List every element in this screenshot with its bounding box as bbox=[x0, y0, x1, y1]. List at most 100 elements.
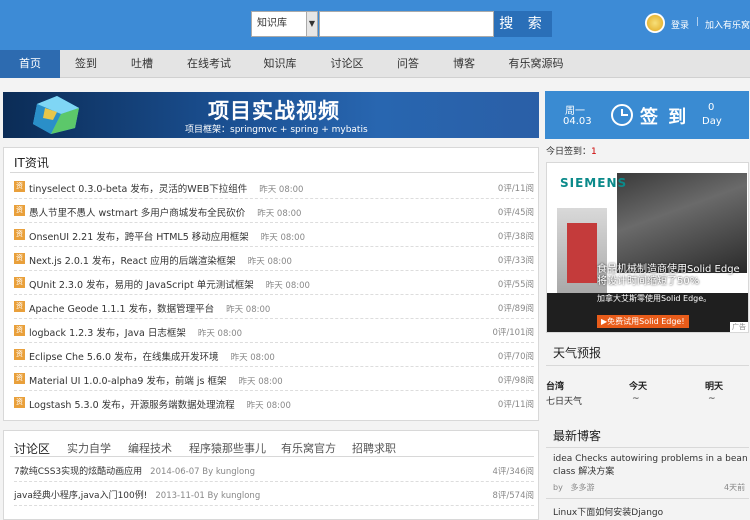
news-stats: 0评/11阅 bbox=[497, 184, 534, 194]
it-news-heading: IT资讯 bbox=[14, 156, 49, 170]
news-title[interactable]: tinyselect 0.3.0-beta 发布，灵活的WEB下拉组件 bbox=[29, 184, 247, 195]
header-separator: | bbox=[696, 17, 700, 27]
news-icon: 资 bbox=[14, 349, 25, 360]
weather-heading: 天气预报 bbox=[553, 346, 602, 360]
weather-col-region: 台湾 bbox=[546, 382, 565, 392]
chevron-down-icon[interactable]: ▼ bbox=[306, 12, 317, 36]
nav-qa[interactable]: 问答 bbox=[386, 50, 430, 78]
tab-self-study[interactable]: 实力自学 bbox=[67, 440, 111, 456]
nav-blog[interactable]: 博客 bbox=[442, 50, 486, 78]
news-item[interactable]: 资 Logstash 5.3.0 发布，开源服务端数据处理流程 昨天 08:00 … bbox=[14, 391, 534, 415]
discussion-stats: 4评/346阅 bbox=[492, 467, 535, 477]
login-link[interactable]: 登录 bbox=[671, 18, 689, 31]
signin-button[interactable]: 签 到 bbox=[640, 103, 688, 129]
news-item[interactable]: 资 Material UI 1.0.0-alpha9 发布，前端 js 框架 昨天… bbox=[14, 367, 534, 391]
news-title[interactable]: OnsenUI 2.21 发布，跨平台 HTML5 移动应用框架 bbox=[29, 232, 249, 243]
news-date: 昨天 08:00 bbox=[226, 305, 271, 315]
discussion-meta: 2013-11-01 By kunglong bbox=[155, 491, 261, 501]
nav-home[interactable]: 首页 bbox=[0, 50, 60, 78]
news-item[interactable]: 资 OnsenUI 2.21 发布，跨平台 HTML5 移动应用框架 昨天 08:… bbox=[14, 223, 534, 247]
today-signins-count: 1 bbox=[591, 147, 597, 157]
main-nav: 首页 签到 吐槽 在线考试 知识库 讨论区 问答 博客 有乐窝源码 bbox=[0, 50, 750, 78]
tab-programming[interactable]: 编程技术 bbox=[128, 440, 172, 456]
discussion-item[interactable]: java经典小程序,java入门100例! 2013-11-01 By kungl… bbox=[14, 482, 534, 506]
tab-jobs[interactable]: 招聘求职 bbox=[352, 440, 396, 456]
news-title[interactable]: Apache Geode 1.1.1 发布，数据管理平台 bbox=[29, 304, 214, 315]
ad-equipment-detail bbox=[567, 223, 597, 283]
news-icon: 资 bbox=[14, 301, 25, 312]
news-stats: 0评/89阅 bbox=[497, 304, 534, 314]
it-news-panel: IT资讯 资 tinyselect 0.3.0-beta 发布，灵活的WEB下拉… bbox=[3, 147, 539, 421]
news-item[interactable]: 资 tinyselect 0.3.0-beta 发布，灵活的WEB下拉组件 昨天 … bbox=[14, 175, 534, 199]
news-item[interactable]: 资 Next.js 2.0.1 发布，React 应用的后端渲染框架 昨天 08:… bbox=[14, 247, 534, 271]
blog-author-name[interactable]: 多多游 bbox=[570, 483, 594, 492]
ad-cta-button[interactable]: ▶免费试用Solid Edge! bbox=[597, 315, 689, 328]
news-stats: 0评/101阅 bbox=[492, 328, 535, 338]
search-input[interactable] bbox=[319, 11, 494, 37]
news-item[interactable]: 资 logback 1.2.3 发布，Java 日志框架 昨天 08:00 0评/… bbox=[14, 319, 534, 343]
signin-widget[interactable]: 周一 04.03 签 到 0 Day bbox=[545, 91, 749, 139]
promo-banner[interactable]: 项目实战视频 项目框架：springmvc + spring + mybatis bbox=[3, 92, 539, 138]
blog-time: 4天前 bbox=[724, 483, 746, 492]
news-item[interactable]: 资 Apache Geode 1.1.1 发布，数据管理平台 昨天 08:00 0… bbox=[14, 295, 534, 319]
nav-knowledge[interactable]: 知识库 bbox=[252, 50, 308, 78]
discussion-title[interactable]: java经典小程序,java入门100例! bbox=[14, 491, 147, 501]
gem-globe-icon bbox=[33, 96, 79, 134]
divider bbox=[546, 365, 749, 366]
news-stats: 0评/70阅 bbox=[497, 352, 534, 362]
news-icon: 资 bbox=[14, 397, 25, 408]
ad-brand-logo: SIEMENS bbox=[560, 176, 628, 190]
news-title[interactable]: Material UI 1.0.0-alpha9 发布，前端 js 框架 bbox=[29, 376, 227, 387]
weather-link-week[interactable]: 七日天气 bbox=[546, 394, 582, 407]
nav-rant[interactable]: 吐槽 bbox=[116, 50, 168, 78]
blog-title[interactable]: idea Checks autowiring problems in a bea… bbox=[553, 453, 749, 479]
today-signins: 今日签到：1 bbox=[546, 144, 597, 157]
news-title[interactable]: 愚人节里不愚人 wstmart 多用户商城发布全民砍价 bbox=[29, 208, 245, 219]
divider bbox=[546, 447, 749, 448]
join-link[interactable]: 加入有乐窝 bbox=[705, 18, 750, 31]
news-item[interactable]: 资 QUnit 2.3.0 发布，易用的 JavaScript 单元测试框架 昨天… bbox=[14, 271, 534, 295]
news-title[interactable]: Logstash 5.3.0 发布，开源服务端数据处理流程 bbox=[29, 400, 235, 411]
user-avatar-icon[interactable] bbox=[645, 13, 665, 33]
news-date: 昨天 08:00 bbox=[265, 281, 310, 291]
tab-official[interactable]: 有乐窝官方 bbox=[281, 440, 336, 456]
nav-signin[interactable]: 签到 bbox=[60, 50, 112, 78]
divider bbox=[10, 172, 534, 173]
news-item[interactable]: 资 愚人节里不愚人 wstmart 多用户商城发布全民砍价 昨天 08:00 0评… bbox=[14, 199, 534, 223]
search-category-select[interactable]: 知识库 ▼ bbox=[251, 11, 318, 37]
nav-source[interactable]: 有乐窝源码 bbox=[500, 50, 572, 78]
news-stats: 0评/33阅 bbox=[497, 256, 534, 266]
news-item[interactable]: 资 Eclipse Che 5.6.0 发布，在线集成开发环境 昨天 08:00 … bbox=[14, 343, 534, 367]
blogs-heading: 最新博客 bbox=[553, 429, 602, 443]
tab-discussion[interactable]: 讨论区 bbox=[14, 440, 50, 457]
signin-days-unit: Day bbox=[702, 116, 722, 127]
signin-weekday: 周一 bbox=[565, 106, 585, 117]
tab-programmer-stories[interactable]: 程序猿那些事儿 bbox=[189, 440, 266, 456]
news-title[interactable]: logback 1.2.3 发布，Java 日志框架 bbox=[29, 328, 186, 339]
news-icon: 资 bbox=[14, 181, 25, 192]
discussion-panel: 讨论区 实力自学 编程技术 程序猿那些事儿 有乐窝官方 招聘求职 7款纯CSS3… bbox=[3, 430, 539, 520]
siemens-ad[interactable]: SIEMENS 食品机械制造商使用Solid Edge 将设计时间缩短了50% … bbox=[546, 162, 749, 333]
news-stats: 0评/45阅 bbox=[497, 208, 534, 218]
blog-by-label: by bbox=[553, 483, 563, 492]
news-date: 昨天 08:00 bbox=[247, 257, 292, 267]
discussion-title[interactable]: 7款纯CSS3实现的炫酷动画应用 bbox=[14, 467, 142, 477]
news-date: 昨天 08:00 bbox=[230, 353, 275, 363]
news-title[interactable]: QUnit 2.3.0 发布，易用的 JavaScript 单元测试框架 bbox=[29, 280, 254, 291]
weather-col-today: 今天 bbox=[629, 382, 648, 392]
ad-flag: 广告 bbox=[730, 322, 748, 332]
news-stats: 0评/98阅 bbox=[497, 376, 534, 386]
today-signins-label: 今日签到： bbox=[546, 147, 592, 157]
blog-title-next[interactable]: Linux下面如何安装Django bbox=[553, 505, 663, 518]
top-header: 知识库 ▼ 搜 索 登录 | 加入有乐窝 bbox=[0, 0, 750, 50]
news-title[interactable]: Next.js 2.0.1 发布，React 应用的后端渲染框架 bbox=[29, 256, 236, 267]
discussion-item[interactable]: 7款纯CSS3实现的炫酷动画应用 2014-06-07 By kunglong 4… bbox=[14, 458, 534, 482]
news-date: 昨天 08:00 bbox=[246, 401, 291, 411]
ad-machine-image bbox=[617, 173, 747, 273]
news-icon: 资 bbox=[14, 205, 25, 216]
nav-online-exam[interactable]: 在线考试 bbox=[178, 50, 240, 78]
nav-discussion[interactable]: 讨论区 bbox=[320, 50, 374, 78]
news-title[interactable]: Eclipse Che 5.6.0 发布，在线集成开发环境 bbox=[29, 352, 219, 363]
search-button[interactable]: 搜 索 bbox=[494, 11, 552, 37]
news-date: 昨天 08:00 bbox=[259, 185, 304, 195]
